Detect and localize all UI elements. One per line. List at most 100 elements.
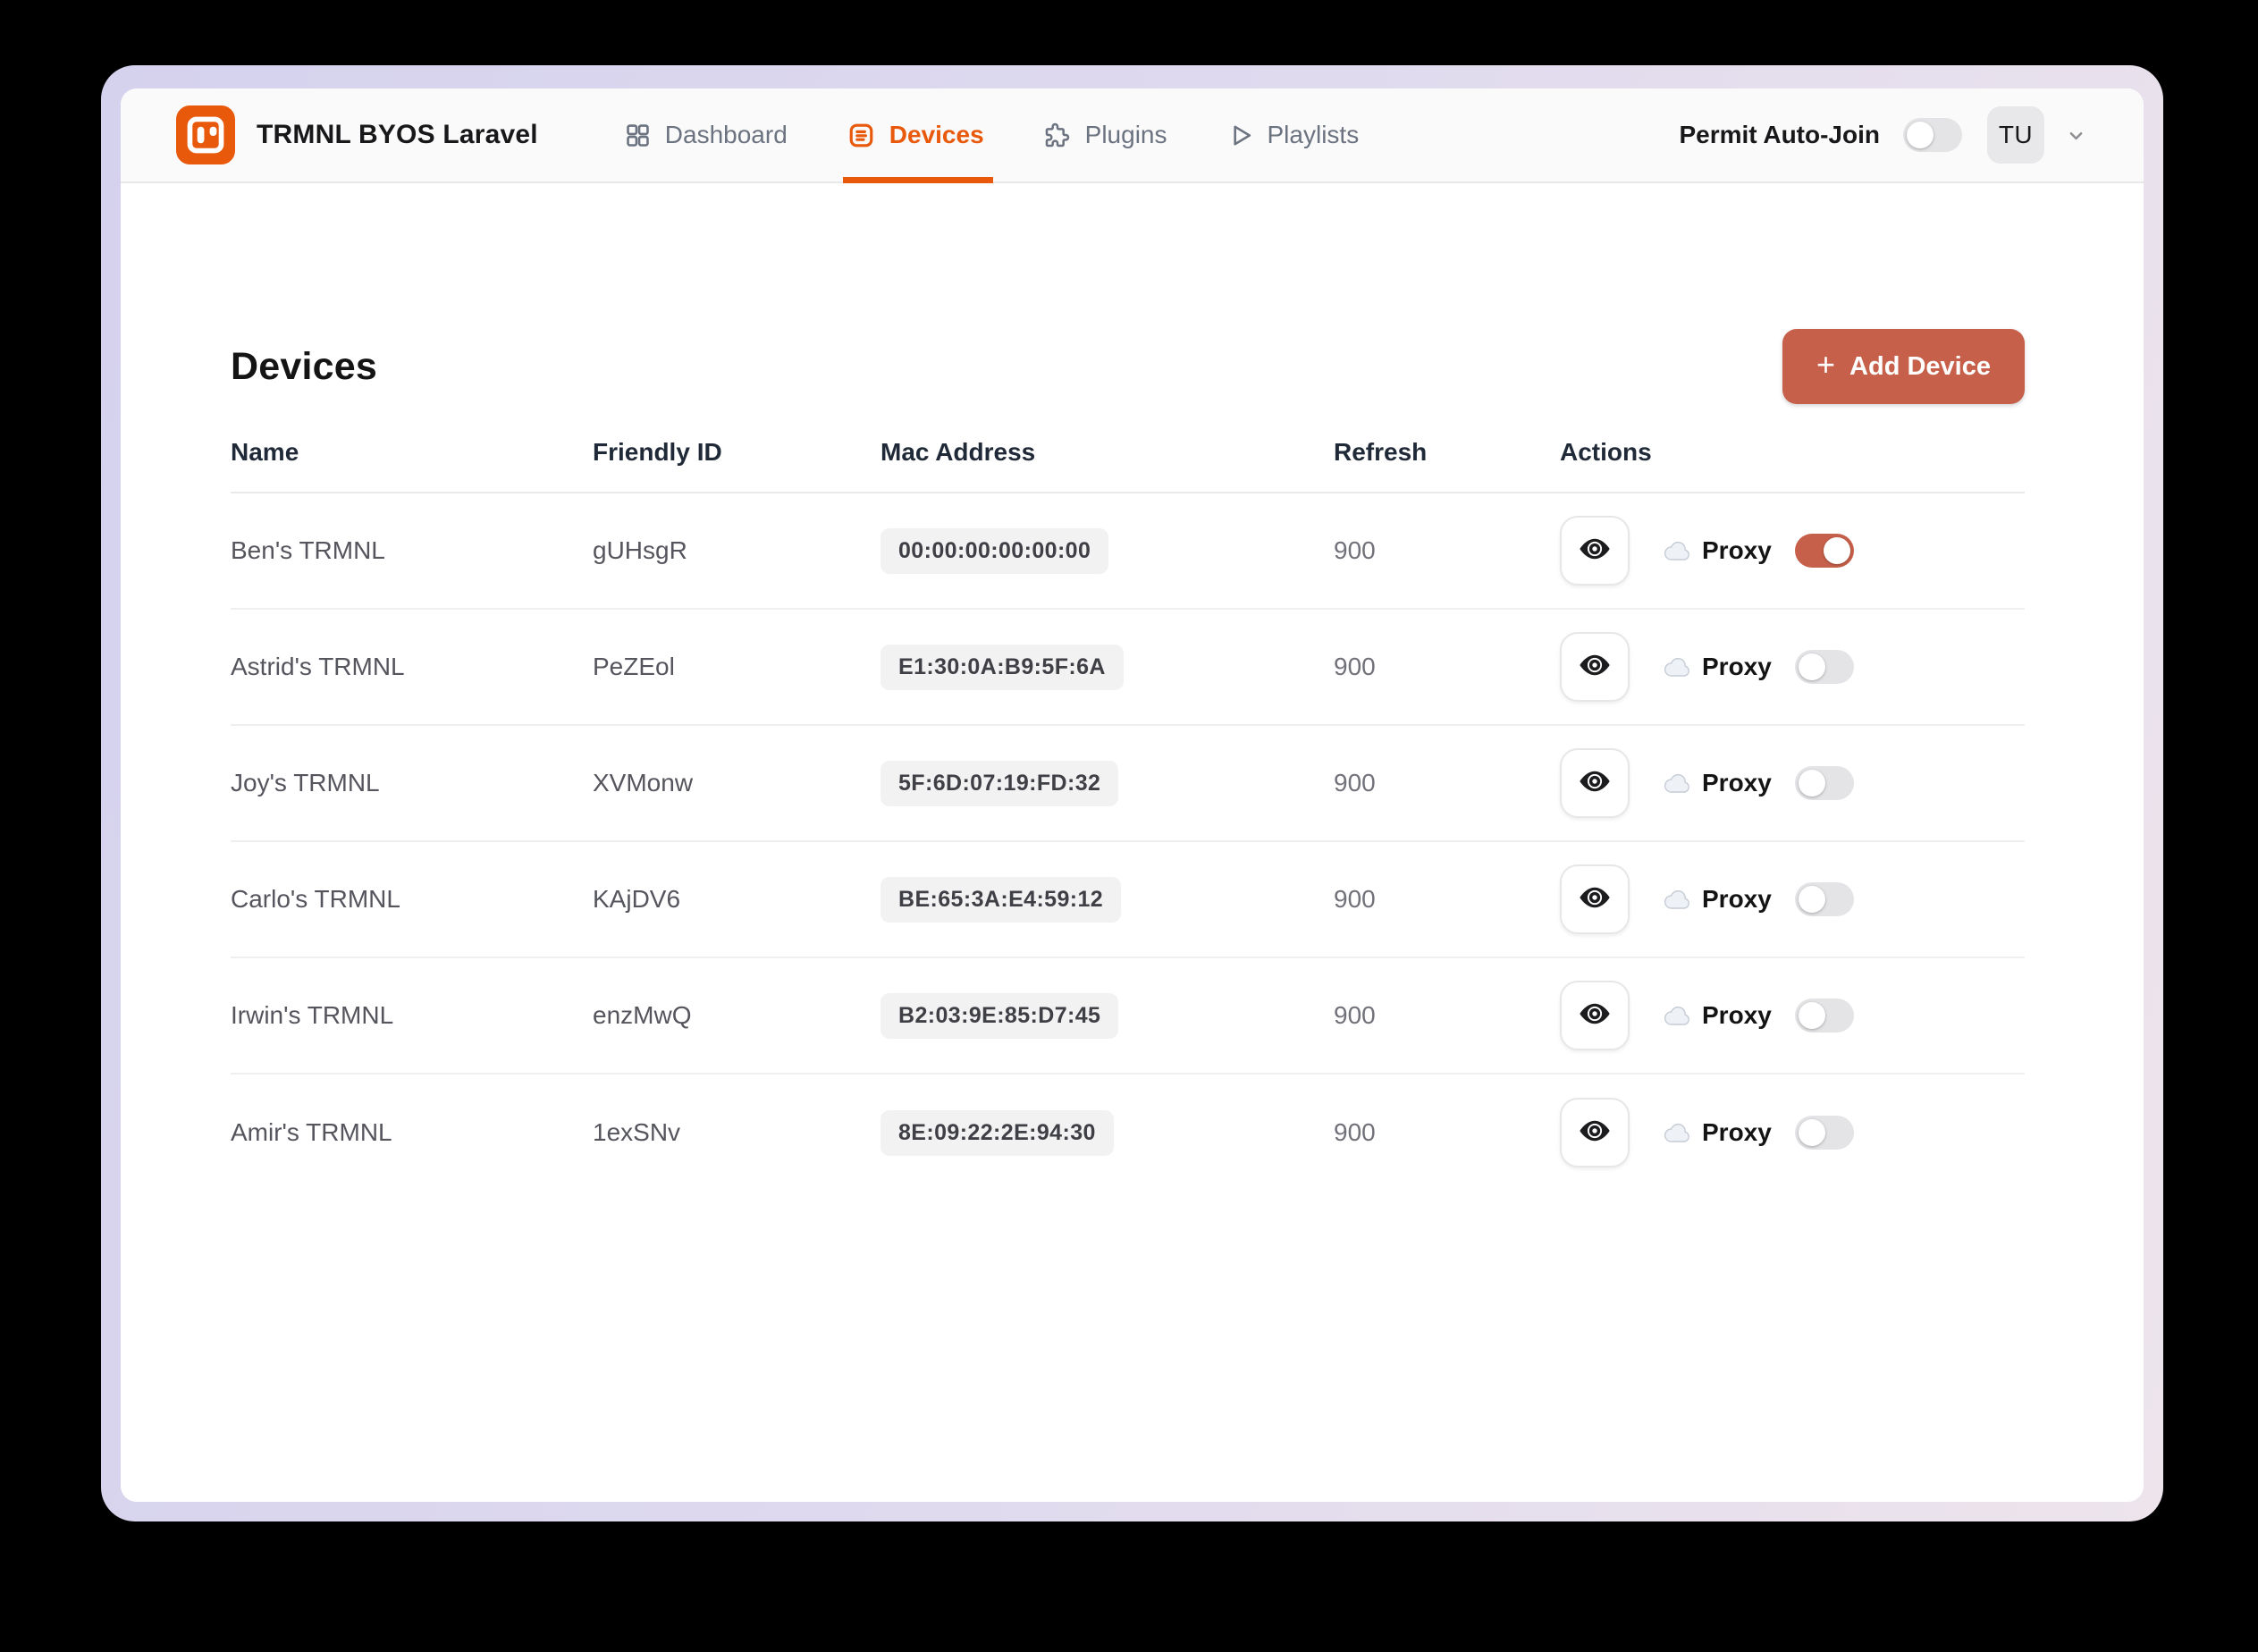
actions-cell: Proxy [1560, 981, 2025, 1050]
nav-label-playlists: Playlists [1267, 121, 1360, 148]
proxy-label: Proxy [1702, 1001, 1772, 1029]
device-friendly-id: PeZEol [593, 653, 675, 680]
mac-address-chip: 00:00:00:00:00:00 [880, 527, 1109, 574]
proxy-label: Proxy [1702, 653, 1772, 680]
permit-auto-join-label: Permit Auto-Join [1679, 121, 1880, 148]
nav-item-plugins[interactable]: Plugins [1043, 88, 1167, 181]
device-friendly-id: KAjDV6 [593, 885, 681, 913]
devices-page: Devices + Add Device Name Friendly ID Ma… [121, 183, 2144, 1502]
refresh-value: 900 [1334, 536, 1376, 564]
eye-icon [1578, 648, 1612, 687]
eye-icon [1578, 1114, 1612, 1152]
actions-cell: Proxy [1560, 1098, 2025, 1167]
view-device-button[interactable] [1560, 981, 1630, 1050]
actions-cell: Proxy [1560, 748, 2025, 818]
cloud-icon [1664, 1123, 1692, 1143]
trmnl-logo-icon[interactable] [176, 105, 235, 164]
proxy-label: Proxy [1702, 885, 1772, 913]
device-name: Irwin's TRMNL [231, 1001, 394, 1029]
column-header-actions: Actions [1560, 438, 1652, 466]
cloud-icon [1664, 657, 1692, 678]
table-header-row: Name Friendly ID Mac Address Refresh Act… [231, 438, 2025, 493]
device-friendly-id: XVMonw [593, 769, 694, 796]
table-row: Ben's TRMNL gUHsgR 00:00:00:00:00:00 900 [231, 493, 2025, 610]
cloud-icon [1664, 1006, 1692, 1026]
proxy-toggle[interactable] [1794, 1116, 1854, 1150]
mac-address-chip: B2:03:9E:85:D7:45 [880, 992, 1119, 1039]
user-avatar[interactable]: TU [1987, 106, 2044, 164]
mac-address-chip: E1:30:0A:B9:5F:6A [880, 644, 1124, 690]
device-friendly-id: gUHsgR [593, 536, 687, 564]
proxy-toggle[interactable] [1794, 534, 1854, 568]
eye-icon [1578, 532, 1612, 570]
proxy-toggle[interactable] [1794, 882, 1854, 916]
table-row: Amir's TRMNL 1exSNv 8E:09:22:2E:94:30 90… [231, 1075, 2025, 1191]
app-title: TRMNL BYOS Laravel [257, 120, 538, 149]
page-head: Devices + Add Device [231, 329, 2025, 404]
refresh-value: 900 [1334, 653, 1376, 680]
proxy-label: Proxy [1702, 536, 1772, 564]
proxy-toggle[interactable] [1794, 766, 1854, 800]
main-nav: Dashboard Devices Plugins Playlists [624, 88, 1360, 183]
chevron-down-icon[interactable] [2064, 123, 2088, 148]
actions-cell: Proxy [1560, 864, 2025, 934]
nav-label-devices: Devices [889, 121, 984, 148]
nav-label-plugins: Plugins [1084, 121, 1167, 148]
nav-item-playlists[interactable]: Playlists [1226, 88, 1360, 181]
mac-address-chip: 8E:09:22:2E:94:30 [880, 1109, 1114, 1156]
mac-address-chip: 5F:6D:07:19:FD:32 [880, 760, 1119, 806]
eye-icon [1578, 764, 1612, 803]
table-row: Carlo's TRMNL KAjDV6 BE:65:3A:E4:59:12 9… [231, 842, 2025, 958]
device-name: Astrid's TRMNL [231, 653, 405, 680]
device-name: Carlo's TRMNL [231, 885, 400, 913]
device-friendly-id: enzMwQ [593, 1001, 692, 1029]
proxy-label: Proxy [1702, 1118, 1772, 1146]
table-body: Ben's TRMNL gUHsgR 00:00:00:00:00:00 900 [231, 493, 2025, 1191]
page-title: Devices [231, 344, 377, 388]
topbar-right: Permit Auto-Join TU [1679, 106, 2088, 164]
actions-cell: Proxy [1560, 516, 2025, 586]
add-device-button[interactable]: + Add Device [1782, 329, 2025, 404]
plus-icon: + [1816, 346, 1836, 383]
eye-icon [1578, 997, 1612, 1035]
proxy-toggle[interactable] [1794, 650, 1854, 684]
puzzle-icon [1043, 121, 1072, 149]
top-navigation-bar: TRMNL BYOS Laravel Dashboard Devices Plu… [121, 88, 2144, 183]
refresh-value: 900 [1334, 885, 1376, 913]
column-header-friendly-id: Friendly ID [593, 438, 722, 466]
view-device-button[interactable] [1560, 748, 1630, 818]
play-icon [1226, 122, 1254, 149]
device-friendly-id: 1exSNv [593, 1118, 681, 1146]
cloud-icon [1664, 773, 1692, 794]
grid-icon [624, 122, 652, 149]
cloud-icon [1664, 541, 1692, 561]
device-name: Ben's TRMNL [231, 536, 385, 564]
view-device-button[interactable] [1560, 632, 1630, 702]
table-row: Astrid's TRMNL PeZEol E1:30:0A:B9:5F:6A … [231, 610, 2025, 726]
device-list-icon [847, 121, 876, 150]
nav-item-dashboard[interactable]: Dashboard [624, 88, 788, 181]
column-header-name: Name [231, 438, 299, 466]
eye-icon [1578, 881, 1612, 919]
permit-auto-join-toggle[interactable] [1903, 118, 1962, 152]
proxy-toggle[interactable] [1794, 999, 1854, 1032]
view-device-button[interactable] [1560, 1098, 1630, 1167]
app-panel: TRMNL BYOS Laravel Dashboard Devices Plu… [121, 88, 2144, 1502]
refresh-value: 900 [1334, 1001, 1376, 1029]
device-name: Amir's TRMNL [231, 1118, 392, 1146]
table-row: Irwin's TRMNL enzMwQ B2:03:9E:85:D7:45 9… [231, 958, 2025, 1075]
proxy-label: Proxy [1702, 769, 1772, 796]
nav-item-devices[interactable]: Devices [842, 88, 993, 183]
nav-label-dashboard: Dashboard [664, 121, 788, 148]
column-header-refresh: Refresh [1334, 438, 1428, 466]
view-device-button[interactable] [1560, 516, 1630, 586]
view-device-button[interactable] [1560, 864, 1630, 934]
table-row: Joy's TRMNL XVMonw 5F:6D:07:19:FD:32 900 [231, 726, 2025, 842]
add-device-label: Add Device [1849, 351, 1991, 381]
refresh-value: 900 [1334, 769, 1376, 796]
cloud-icon [1664, 889, 1692, 910]
refresh-value: 900 [1334, 1118, 1376, 1146]
mac-address-chip: BE:65:3A:E4:59:12 [880, 876, 1122, 923]
column-header-mac-address: Mac Address [880, 438, 1036, 466]
device-name: Joy's TRMNL [231, 769, 380, 796]
